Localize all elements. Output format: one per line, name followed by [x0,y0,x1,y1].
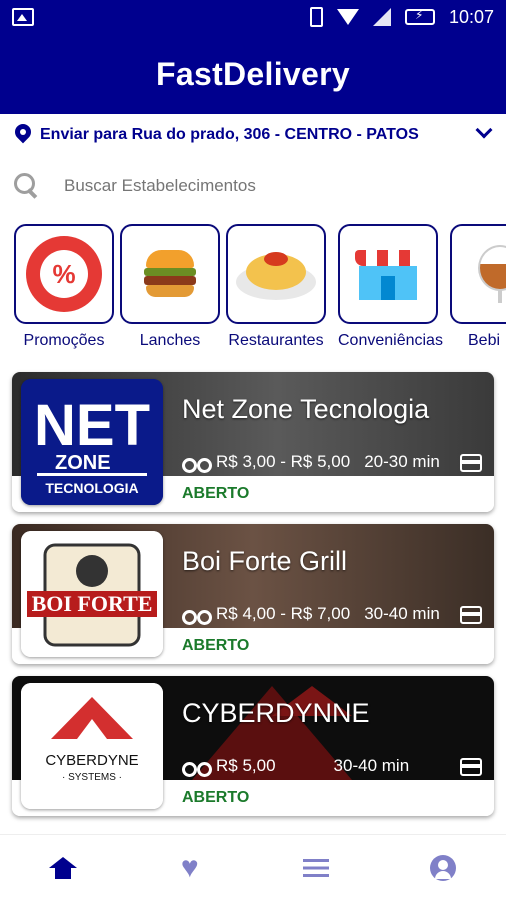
store-delivery-info: R$ 3,00 - R$ 5,00 20-30 min [182,452,440,473]
svg-text:TECNOLOGIA: TECNOLOGIA [45,480,138,496]
category-bebidas[interactable]: Bebi [450,224,506,350]
store-name: CYBERDYNNE [182,698,370,728]
store-card[interactable]: CYBERDYNE · SYSTEMS · CYBERDYNNE R$ 5,00… [12,676,494,816]
clock: 10:07 [448,6,494,27]
delivery-fee: R$ 3,00 - R$ 5,00 [216,452,351,471]
category-label: Restaurantes [228,332,324,349]
delivery-time: 20-30 min [364,452,440,471]
delivery-fee: R$ 4,00 - R$ 7,00 [216,604,351,623]
store-icon [353,244,423,304]
store-list: NET ZONE TECNOLOGIA Net Zone Tecnologia … [12,372,494,828]
store-delivery-info: R$ 5,00 30-40 min [182,756,410,777]
store-status: ABERTO [182,637,250,654]
delivery-address-text: Enviar para Rua do prado, 306 - CENTRO -… [40,126,419,143]
search-icon [14,173,40,199]
category-restaurantes[interactable]: Restaurantes [226,224,326,350]
drink-glass-icon [470,239,506,309]
list-icon [303,858,330,877]
credit-card-icon [460,758,482,776]
store-delivery-info: R$ 4,00 - R$ 7,00 30-40 min [182,604,440,625]
delivery-address-selector[interactable]: Enviar para Rua do prado, 306 - CENTRO -… [0,114,506,156]
motorcycle-icon [182,758,212,777]
nav-favorites[interactable]: ♥ [170,848,210,888]
percent-badge-icon: % [26,236,102,312]
category-tile[interactable] [338,224,438,324]
nav-orders[interactable] [296,848,336,888]
credit-card-icon [460,454,482,472]
store-card[interactable]: BOI FORTE Boi Forte Grill R$ 4,00 - R$ 7… [12,524,494,664]
category-tile[interactable] [226,224,326,324]
svg-text:· SYSTEMS ·: · SYSTEMS · [62,772,122,783]
store-name: Boi Forte Grill [182,546,348,576]
category-tile[interactable] [450,224,506,324]
credit-card-icon [460,606,482,624]
svg-text:NET: NET [34,393,150,458]
account-icon [429,854,456,881]
search-bar[interactable] [0,160,506,212]
store-logo: CYBERDYNE · SYSTEMS · [21,683,163,809]
category-tile[interactable] [120,224,220,324]
svg-text:BOI FORTE: BOI FORTE [32,591,153,616]
svg-text:ZONE: ZONE [55,452,111,474]
category-promocoes[interactable]: % Promoções [14,224,114,350]
status-bar: 10:07 [0,0,506,34]
category-label: Conveniências [338,332,443,349]
delivery-time: 30-40 min [333,756,410,775]
wifi-icon [336,9,359,25]
signal-icon [372,8,391,26]
store-name: Net Zone Tecnologia [182,394,430,424]
store-card[interactable]: NET ZONE TECNOLOGIA Net Zone Tecnologia … [12,372,494,512]
burger-icon [134,246,206,302]
store-logo: NET ZONE TECNOLOGIA [21,379,163,505]
pasta-icon [236,246,316,302]
chevron-down-icon[interactable] [475,121,493,139]
location-pin-icon [14,124,32,146]
delivery-time: 30-40 min [364,604,440,623]
category-label: Promoções [23,332,105,349]
phone-vibrate-icon [309,7,323,27]
home-icon [49,856,78,879]
category-conveniencias[interactable]: Conveniências [338,224,443,350]
delivery-fee: R$ 5,00 [216,756,276,775]
motorcycle-icon [182,454,212,473]
heart-icon: ♥ [180,850,199,884]
category-label: Lanches [139,332,201,349]
store-logo: BOI FORTE [21,531,163,657]
category-tile[interactable]: % [14,224,114,324]
app-title: FastDelivery [156,55,350,92]
store-status: ABERTO [182,789,250,806]
nav-profile[interactable] [423,848,463,888]
motorcycle-icon [182,606,212,625]
battery-charging-icon [404,8,435,25]
gallery-notification-icon [12,8,34,26]
nav-home[interactable] [43,848,83,888]
app-bar: FastDelivery [0,34,506,114]
search-input[interactable] [64,176,464,196]
category-lanches[interactable]: Lanches [120,224,220,350]
svg-text:CYBERDYNE: CYBERDYNE [45,752,138,769]
category-label: Bebi [468,332,501,349]
category-carousel[interactable]: % Promoções Lanches Restaurantes Conveni… [0,224,506,354]
store-status: ABERTO [182,485,250,502]
bottom-navigation: ♥ [0,834,506,900]
